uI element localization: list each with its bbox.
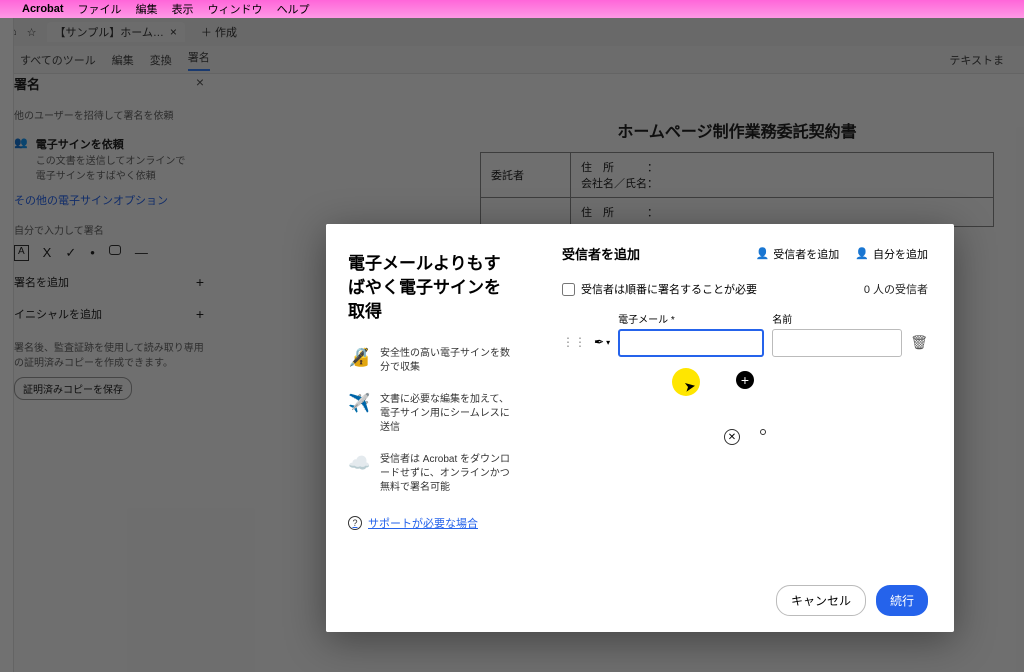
add-self-button[interactable]: 👤 自分を追加 [855,246,928,262]
recipient-row: ⋮⋮ ✒︎▾ 電子メール * 名前 🗑 [562,311,928,357]
help-icon: ? [348,516,362,530]
send-icon: ✈️ [348,393,370,415]
cancel-button[interactable]: キャンセル [776,585,866,616]
name-label: 名前 [772,311,902,326]
cursor-icon: ➤ [683,377,698,396]
modal-info-panel: 電子メールよりもすばやく電子サインを取得 🔏 安全性の高い電子サインを数分で収集… [326,224,536,632]
email-input[interactable] [618,329,764,357]
mac-menubar: Acrobat ファイル 編集 表示 ウィンドウ ヘルプ [0,0,1024,18]
chevron-down-icon: ▾ [606,338,610,347]
loading-dot-icon [760,429,766,435]
recipient-count: 0 人の受信者 [864,281,928,297]
add-recipients-modal: 電子メールよりもすばやく電子サインを取得 🔏 安全性の高い電子サインを数分で収集… [326,224,954,632]
role-selector[interactable]: ✒︎▾ [594,335,610,357]
person-self-icon: 👤 [855,247,869,260]
close-icon[interactable]: ✕ [724,429,740,445]
drag-handle-icon[interactable]: ⋮⋮ [562,335,586,357]
help-link[interactable]: ? サポートが必要な場合 [348,515,514,531]
modal-form-panel: 受信者を追加 👤 受信者を追加 👤 自分を追加 受信者は順番に署名することが必要… [536,224,954,632]
continue-button[interactable]: 続行 [876,585,928,616]
menu-edit[interactable]: 編集 [136,1,158,17]
modal-left-title: 電子メールよりもすばやく電子サインを取得 [348,252,514,323]
person-plus-icon: 👤 [756,247,770,260]
sign-order-checkbox[interactable] [562,283,575,296]
delete-recipient-icon[interactable]: 🗑 [910,334,928,357]
menu-view[interactable]: 表示 [172,1,194,17]
modal-title: 受信者を追加 [562,244,640,263]
cloud-icon: ☁️ [348,453,370,475]
name-input[interactable] [772,329,902,357]
email-label: 電子メール * [618,311,764,326]
menu-help[interactable]: ヘルプ [277,1,310,17]
shield-icon: 🔏 [348,347,370,369]
add-row-button[interactable]: + [736,371,754,389]
status-icons: ✕ [562,429,928,445]
add-recipient-button[interactable]: 👤 受信者を追加 [756,246,840,262]
sign-order-label: 受信者は順番に署名することが必要 [581,281,757,297]
menu-window[interactable]: ウィンドウ [208,1,263,17]
app-name[interactable]: Acrobat [22,3,64,15]
menu-file[interactable]: ファイル [78,1,122,17]
